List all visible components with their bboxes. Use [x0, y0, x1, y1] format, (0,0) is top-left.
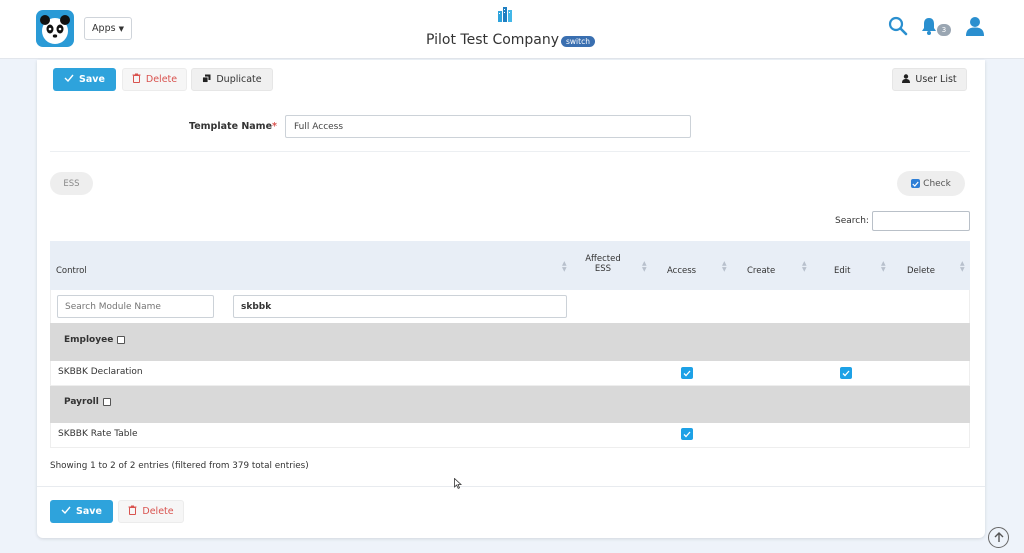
group-name: Employee: [64, 335, 114, 345]
template-name-label-text: Template Name: [189, 121, 273, 132]
search-icon[interactable]: [888, 16, 908, 36]
control-name: SKBBK Rate Table: [58, 429, 138, 439]
group-row-payroll: Payroll: [50, 386, 970, 423]
required-mark: *: [272, 121, 277, 132]
delete-button-label: Delete: [145, 74, 178, 85]
table-row: SKBBK Declaration: [50, 361, 970, 386]
sort-icon[interactable]: ▲ ▼: [562, 261, 568, 273]
column-header-edit[interactable]: Edit: [834, 266, 850, 276]
apps-dropdown-button[interactable]: Apps ▼: [84, 17, 132, 40]
control-name: SKBBK Declaration: [58, 367, 143, 377]
module-name-filter-input[interactable]: [57, 295, 214, 318]
top-navbar: Apps ▼ Pilot Test Company switch 3: [0, 0, 1024, 59]
notification-count-badge: 3: [937, 24, 951, 36]
save-button[interactable]: Save: [53, 68, 116, 91]
table-header: Control ▲ ▼ Affected ESS ▲ ▼ Access ▲ ▼ Cre…: [50, 241, 970, 290]
trash-icon: [132, 73, 141, 86]
footer-save-button[interactable]: Save: [50, 500, 113, 523]
access-checkbox[interactable]: [681, 428, 693, 440]
check-label: Check: [923, 178, 951, 189]
switch-company-badge[interactable]: switch: [561, 36, 595, 47]
affected-ess-line2: ESS: [594, 264, 612, 274]
table-info: Showing 1 to 2 of 2 entries (filtered fr…: [50, 461, 309, 471]
mouse-cursor-icon: [454, 477, 463, 489]
column-header-access[interactable]: Access: [667, 266, 696, 276]
user-icon[interactable]: [964, 15, 986, 37]
column-header-create[interactable]: Create: [747, 266, 775, 276]
group-checkbox[interactable]: [117, 336, 126, 344]
group-row-employee: Employee: [50, 323, 970, 361]
apps-label: Apps: [92, 23, 116, 34]
duplicate-button-label: Duplicate: [216, 74, 262, 85]
table-search-input[interactable]: [872, 211, 970, 231]
template-name-label: Template Name*: [189, 121, 277, 132]
search-label: Search:: [835, 216, 869, 226]
check-icon: [61, 506, 71, 517]
group-label: Employee: [64, 335, 126, 345]
delete-button[interactable]: Delete: [122, 68, 187, 91]
checked-checkbox-icon: [911, 179, 921, 188]
column-header-delete[interactable]: Delete: [907, 266, 935, 276]
check-all-button[interactable]: Check: [897, 171, 965, 196]
divider: [50, 151, 970, 152]
sort-icon[interactable]: ▲ ▼: [722, 261, 728, 273]
group-name: Payroll: [64, 397, 99, 407]
buildings-icon: [496, 5, 514, 23]
company-name: Pilot Test Company: [426, 32, 560, 48]
check-icon: [64, 74, 74, 85]
affected-ess-line1: Affected: [585, 254, 621, 264]
bell-icon[interactable]: [920, 16, 938, 36]
scroll-to-top-button[interactable]: [988, 527, 1009, 548]
access-checkbox[interactable]: [681, 367, 693, 379]
copy-icon: [202, 74, 211, 86]
table-row: SKBBK Rate Table: [50, 423, 970, 448]
control-filter-input[interactable]: [233, 295, 567, 318]
duplicate-button[interactable]: Duplicate: [191, 68, 273, 91]
delete-button-label: Delete: [142, 506, 174, 517]
filter-row: [50, 290, 970, 323]
panda-logo[interactable]: [36, 10, 74, 47]
column-header-control[interactable]: Control: [56, 266, 87, 276]
user-list-button-label: User List: [915, 74, 957, 85]
sort-icon[interactable]: ▲ ▼: [802, 261, 808, 273]
footer-delete-button[interactable]: Delete: [118, 500, 184, 523]
sort-icon[interactable]: ▲ ▼: [881, 261, 887, 273]
user-icon: [902, 73, 911, 86]
group-label: Payroll: [64, 397, 111, 407]
save-button-label: Save: [76, 506, 102, 517]
user-list-button[interactable]: User List: [892, 68, 967, 91]
sort-icon[interactable]: ▲ ▼: [960, 261, 966, 273]
group-checkbox[interactable]: [102, 398, 111, 406]
caret-down-icon: ▼: [118, 24, 124, 33]
edit-checkbox[interactable]: [840, 367, 852, 379]
save-button-label: Save: [79, 74, 105, 85]
trash-icon: [128, 505, 137, 518]
divider: [37, 486, 985, 487]
template-name-input[interactable]: [285, 115, 691, 138]
column-header-affected-ess[interactable]: Affected ESS: [584, 254, 622, 274]
sort-icon[interactable]: ▲ ▼: [642, 261, 648, 273]
ess-toggle-button[interactable]: ESS: [50, 172, 93, 195]
